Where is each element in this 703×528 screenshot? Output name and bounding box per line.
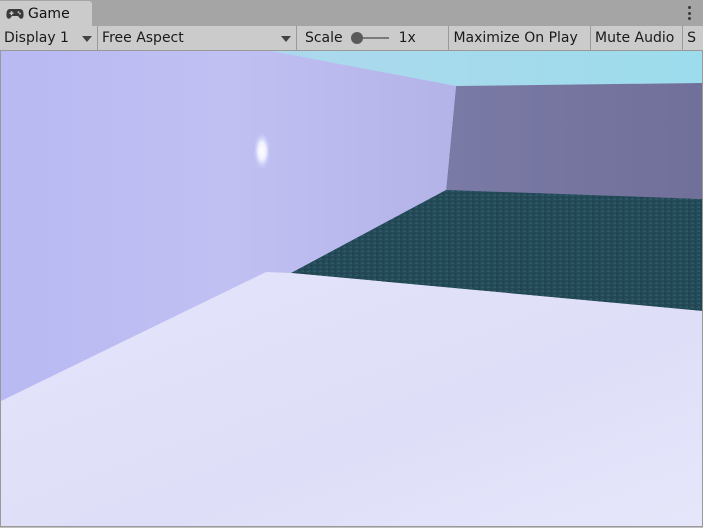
game-toolbar: Display 1 Free Aspect Scale 1x Maximize … [0, 26, 703, 51]
far-wall [446, 83, 702, 199]
tab-strip: Game [0, 0, 703, 26]
more-options-icon[interactable] [687, 6, 691, 20]
display-dropdown[interactable]: Display 1 [0, 26, 99, 50]
maximize-on-play-label: Maximize On Play [453, 30, 578, 46]
game-window: Game Display 1 Free Aspect Scale 1x Maxi… [0, 0, 703, 528]
tab-game[interactable]: Game [0, 1, 92, 26]
mute-audio-label: Mute Audio [595, 30, 675, 46]
game-viewport[interactable] [0, 51, 703, 527]
mute-audio-toggle[interactable]: Mute Audio [591, 26, 684, 50]
scene-render [1, 51, 702, 526]
scale-label: Scale [304, 30, 343, 46]
display-dropdown-label: Display 1 [4, 30, 69, 46]
scale-control: Scale 1x [297, 26, 450, 50]
scale-value: 1x [398, 30, 416, 46]
light-glow [253, 131, 271, 171]
chevron-down-icon [82, 36, 93, 42]
scale-slider[interactable] [350, 32, 389, 44]
stats-toggle[interactable]: S [683, 26, 703, 50]
stats-label: S [687, 30, 696, 46]
aspect-dropdown-label: Free Aspect [102, 30, 184, 46]
chevron-down-icon [280, 36, 291, 42]
aspect-dropdown[interactable]: Free Aspect [98, 26, 297, 50]
maximize-on-play-toggle[interactable]: Maximize On Play [449, 26, 592, 50]
scale-slider-thumb[interactable] [350, 32, 363, 44]
tab-game-label: Game [28, 5, 70, 22]
gamepad-icon [6, 8, 24, 19]
